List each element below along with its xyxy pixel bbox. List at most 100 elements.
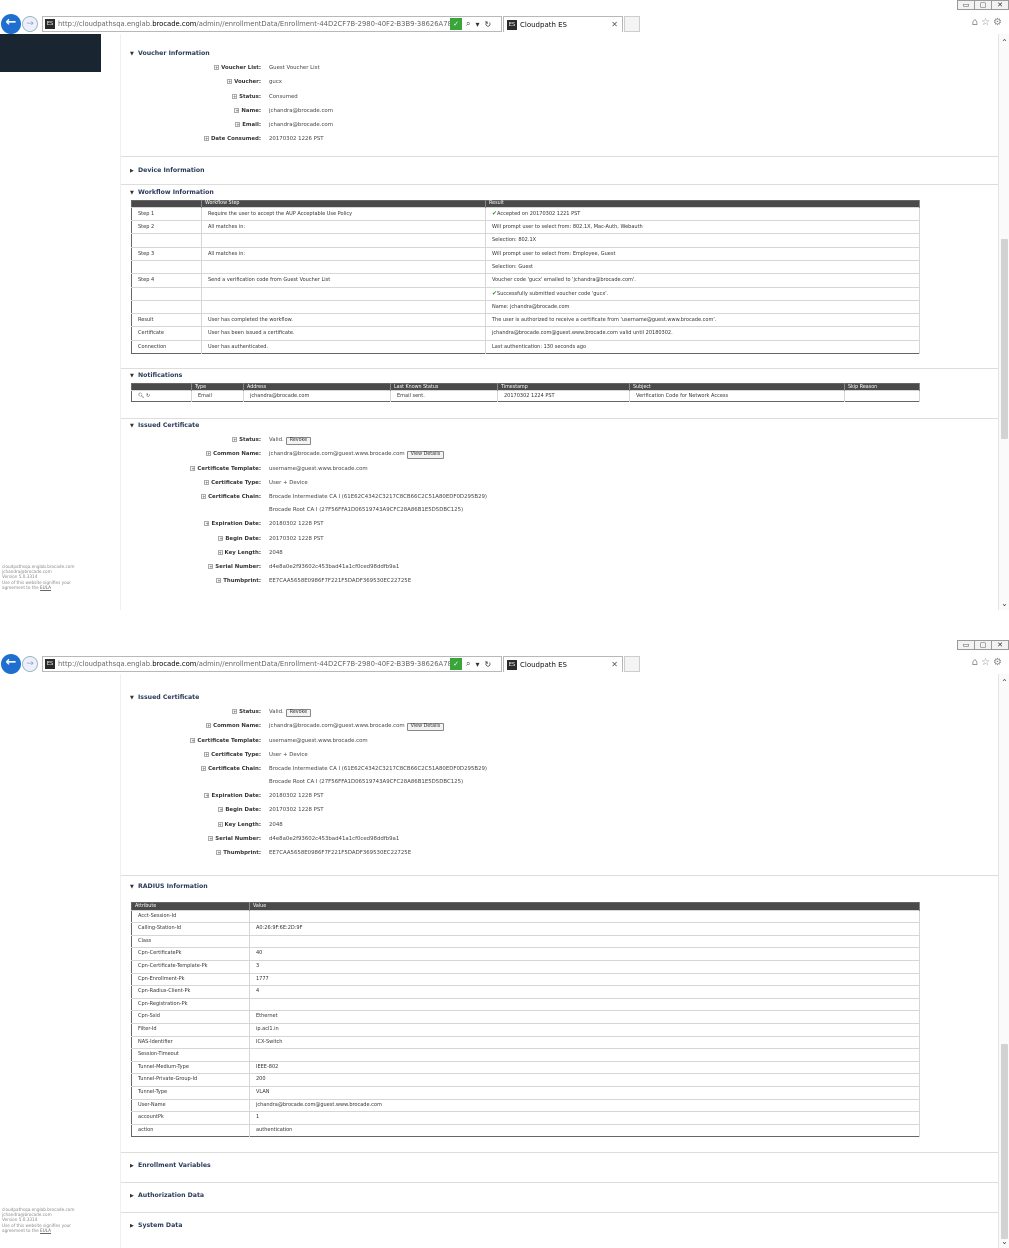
- certificate-section-header[interactable]: ▼ Issued Certificate: [121, 419, 998, 433]
- scroll-up-icon[interactable]: ⌃: [999, 38, 1009, 47]
- scroll-up-icon[interactable]: ⌃: [999, 678, 1009, 687]
- certificate-section-header[interactable]: ▼ Issued Certificate: [121, 691, 998, 705]
- home-icon[interactable]: ⌂: [972, 17, 981, 28]
- workflow-section-header[interactable]: ▼ Workflow Information: [121, 186, 998, 200]
- revoke-button[interactable]: Revoke: [285, 709, 312, 717]
- notifications-section-header[interactable]: ▼ Notifications: [121, 369, 998, 383]
- noti-type: Email: [191, 390, 244, 402]
- search-icon[interactable]: ⌕: [466, 659, 470, 669]
- minimize-button[interactable]: ▭: [957, 0, 975, 10]
- expand-field-icon[interactable]: +: [208, 836, 214, 842]
- workflow-step: User has completed the workflow.: [201, 313, 486, 327]
- field-value: User + Device: [269, 751, 308, 758]
- field-value: d4e8a0e2f93602c453bad41a1cf0ced98ddfb9a1: [269, 564, 400, 571]
- field-label: + Email:: [235, 122, 261, 129]
- resend-icon[interactable]: ↻: [146, 393, 150, 399]
- device-section-header[interactable]: ▶ Device Information: [121, 157, 998, 178]
- tab-close-icon[interactable]: ✕: [611, 20, 618, 29]
- expand-field-icon[interactable]: +: [204, 793, 210, 799]
- expand-field-icon[interactable]: +: [206, 451, 212, 457]
- expand-field-icon[interactable]: +: [217, 549, 223, 555]
- certificate-icon[interactable]: ✓: [450, 658, 462, 670]
- expand-field-icon[interactable]: +: [234, 107, 240, 113]
- expand-field-icon[interactable]: +: [227, 79, 233, 85]
- browser-tab[interactable]: ES Cloudpath ES ✕: [503, 656, 623, 672]
- home-icon[interactable]: ⌂: [972, 657, 981, 668]
- new-tab-button[interactable]: [624, 16, 640, 32]
- back-button[interactable]: ←: [1, 654, 21, 674]
- dropdown-icon[interactable]: ▾: [475, 660, 479, 669]
- favorites-icon[interactable]: ☆: [981, 657, 993, 668]
- expand-field-icon[interactable]: +: [216, 578, 222, 584]
- settings-gear-icon[interactable]: ⚙: [993, 657, 1005, 668]
- eula-link[interactable]: EULA: [40, 585, 51, 590]
- voucher-section-header[interactable]: ▼ Voucher Information: [121, 47, 998, 61]
- expand-field-icon[interactable]: +: [218, 535, 224, 541]
- back-button[interactable]: ←: [1, 14, 21, 34]
- certificate-icon[interactable]: ✓: [450, 18, 462, 30]
- dropdown-icon[interactable]: ▾: [475, 20, 479, 29]
- scroll-thumb[interactable]: [1001, 239, 1008, 439]
- expand-field-icon[interactable]: +: [204, 751, 210, 757]
- revoke-button[interactable]: Revoke: [285, 437, 312, 446]
- tab-close-icon[interactable]: ✕: [611, 660, 618, 669]
- forward-button[interactable]: →: [22, 656, 38, 672]
- forward-button[interactable]: →: [22, 16, 38, 32]
- expand-field-icon[interactable]: +: [218, 807, 224, 813]
- expand-field-icon[interactable]: +: [235, 122, 241, 128]
- eula-link[interactable]: EULA: [40, 1228, 51, 1233]
- refresh-icon[interactable]: ↻: [485, 20, 492, 29]
- scroll-thumb[interactable]: [1001, 1044, 1008, 1239]
- radius-value: Ethernet: [249, 1010, 920, 1024]
- url-text[interactable]: http://cloudpathsqa.englab.brocade.com/a…: [58, 660, 450, 668]
- radius-value: authentication: [249, 1123, 920, 1137]
- expand-field-icon[interactable]: +: [190, 737, 196, 743]
- address-bar[interactable]: ES http://cloudpathsqa.englab.brocade.co…: [42, 16, 502, 32]
- view-details-button[interactable]: View Details: [406, 723, 445, 732]
- search-icon[interactable]: ⌕: [466, 19, 470, 29]
- refresh-icon[interactable]: ↻: [485, 660, 492, 669]
- enrollment-variables-header[interactable]: ▶ Enrollment Variables: [121, 1153, 998, 1173]
- expand-field-icon[interactable]: +: [232, 437, 238, 443]
- expand-field-icon[interactable]: +: [216, 850, 222, 856]
- scroll-down-icon[interactable]: ⌄: [999, 1237, 1009, 1246]
- expand-field-icon[interactable]: +: [201, 766, 207, 772]
- workflow-step: Send a verification code from Guest Vouc…: [201, 273, 486, 288]
- view-details-button[interactable]: View Details: [406, 451, 445, 460]
- expand-field-icon[interactable]: +: [204, 479, 210, 485]
- address-bar[interactable]: ES http://cloudpathsqa.englab.brocade.co…: [42, 656, 502, 672]
- expand-field-icon[interactable]: +: [232, 93, 238, 99]
- maximize-button[interactable]: ▢: [974, 0, 992, 10]
- new-tab-button[interactable]: [624, 656, 640, 672]
- expand-field-icon[interactable]: +: [204, 521, 210, 527]
- favorites-icon[interactable]: ☆: [981, 17, 993, 28]
- field-label: + Begin Date:: [218, 535, 261, 542]
- close-window-button[interactable]: ✕: [991, 640, 1009, 650]
- authorization-header[interactable]: ▶ Authorization Data: [121, 1183, 998, 1203]
- expand-field-icon[interactable]: +: [190, 465, 196, 471]
- expand-field-icon[interactable]: +: [201, 494, 207, 500]
- settings-gear-icon[interactable]: ⚙: [993, 17, 1005, 28]
- expand-field-icon[interactable]: +: [232, 709, 238, 714]
- minimize-button[interactable]: ▭: [957, 640, 975, 650]
- expand-field-icon[interactable]: +: [206, 723, 212, 729]
- system-data-header[interactable]: ▶ System Data: [121, 1213, 998, 1233]
- view-icon[interactable]: 🔍︎: [138, 393, 144, 399]
- expand-field-icon[interactable]: +: [214, 65, 220, 70]
- url-text[interactable]: http://cloudpathsqa.englab.brocade.com/a…: [58, 20, 450, 28]
- browser-window-1: ▭ ▢ ✕ ← → ES http://cloudpathsqa.englab.…: [0, 0, 1009, 610]
- close-window-button[interactable]: ✕: [991, 0, 1009, 10]
- expand-field-icon[interactable]: +: [208, 564, 214, 570]
- expand-field-icon[interactable]: +: [203, 136, 209, 142]
- expand-field-icon[interactable]: +: [217, 821, 223, 827]
- field-row: + Thumbprint: EE7CAA5658E0986F7F221F5DADF3…: [121, 574, 998, 588]
- field-label: + Expiration Date:: [204, 521, 261, 528]
- radius-col-value: Value: [249, 902, 920, 911]
- radius-section-header[interactable]: ▼ RADIUS Information: [121, 880, 998, 894]
- scrollbar[interactable]: ⌃ ⌄: [998, 34, 1009, 610]
- maximize-button[interactable]: ▢: [974, 640, 992, 650]
- site-favicon-icon: ES: [45, 19, 55, 29]
- scrollbar[interactable]: ⌃ ⌄: [998, 674, 1009, 1248]
- scroll-down-icon[interactable]: ⌄: [999, 599, 1009, 608]
- browser-tab[interactable]: ES Cloudpath ES ✕: [503, 16, 623, 32]
